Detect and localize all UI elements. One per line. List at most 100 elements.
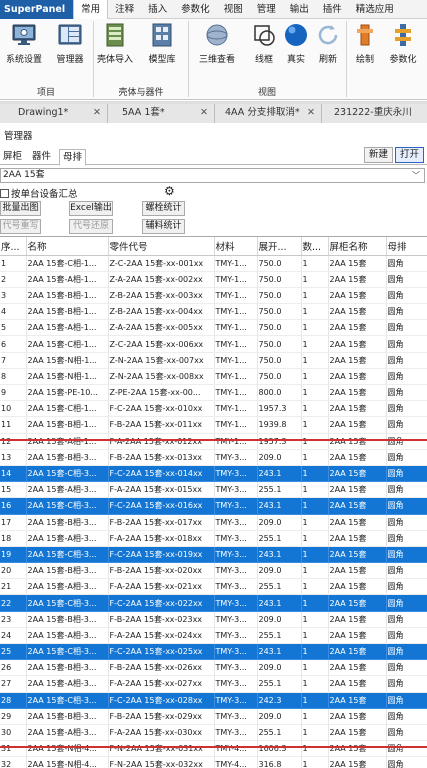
- table-row[interactable]: 6 2AA 15套-C相-1... Z-C-2AA 15套-xx-006xx TMY-…: [0, 335, 427, 353]
- table-row[interactable]: 13 2AA 15套-B相-3... F-B-2AA 15套-xx-013xx TMY…: [0, 449, 427, 466]
- table-row[interactable]: 10 2AA 15套-C相-1... F-C-2AA 15套-xx-010xx TMY…: [0, 400, 427, 418]
- table-row[interactable]: 3 2AA 15套-B相-1... Z-B-2AA 15套-xx-003xx TMY-…: [0, 287, 427, 305]
- table-cell: 255.1: [257, 675, 302, 693]
- table-row[interactable]: 1 2AA 15套-C相-1... Z-C-2AA 15套-xx-001xx TMY-…: [0, 255, 427, 272]
- column-header[interactable]: 名称: [26, 237, 109, 256]
- tab-plugins[interactable]: 插件: [316, 0, 349, 19]
- parametric-button[interactable]: 参数化: [380, 21, 426, 65]
- table-row[interactable]: 31 2AA 15套-N相-4... F-N-2AA 15套-xx-031xx TMY…: [0, 740, 427, 758]
- code-restore-button[interactable]: 代号还原: [69, 219, 113, 234]
- table-row[interactable]: 29 2AA 15套-B相-3... F-B-2AA 15套-xx-029xx TMY…: [0, 708, 427, 725]
- column-header[interactable]: 屏柜名称: [328, 237, 387, 256]
- aux-stats-button[interactable]: 辅料统计: [142, 219, 185, 234]
- table-cell: 2AA 15套-B相-3...: [26, 659, 109, 677]
- table-cell: 圆角: [386, 659, 427, 677]
- table-row[interactable]: 8 2AA 15套-N相-1... Z-N-2AA 15套-xx-008xx TMY-…: [0, 368, 427, 386]
- manager-button[interactable]: 管理器: [47, 21, 93, 65]
- table-row[interactable]: 15 2AA 15套-A相-3... F-A-2AA 15套-xx-015xx TMY…: [0, 481, 427, 499]
- table-cell: Z-A-2AA 15套-xx-005xx: [108, 319, 215, 337]
- table-cell: 2AA 15套: [328, 611, 387, 628]
- table-row[interactable]: 17 2AA 15套-B相-3... F-B-2AA 15套-xx-017xx TMY…: [0, 514, 427, 531]
- table-row[interactable]: 25 2AA 15套-C相-3... F-C-2AA 15套-xx-025xx TMY…: [0, 643, 427, 661]
- tab-featured-apps[interactable]: 精选应用: [349, 0, 401, 19]
- column-header[interactable]: 零件代号: [108, 237, 215, 256]
- batch-drawing-button[interactable]: 批量出图: [0, 201, 41, 216]
- new-button[interactable]: 新建: [364, 147, 394, 163]
- table-row[interactable]: 20 2AA 15套-B相-3... F-B-2AA 15套-xx-020xx TMY…: [0, 562, 427, 580]
- table-row[interactable]: 4 2AA 15套-B相-1... Z-B-2AA 15套-xx-004xx TMY-…: [0, 303, 427, 321]
- table-row[interactable]: 16 2AA 15套-C相-3... F-C-2AA 15套-xx-016xx TMY…: [0, 497, 427, 515]
- table-row[interactable]: 14 2AA 15套-C相-3... F-C-2AA 15套-xx-014xx TMY…: [0, 465, 427, 483]
- table-row[interactable]: 32 2AA 15套-N相-4... F-N-2AA 15套-xx-032xx TMY…: [0, 756, 427, 768]
- system-settings-button[interactable]: 系统设置: [1, 21, 47, 65]
- tab-insert[interactable]: 插入: [141, 0, 174, 19]
- table-cell: 圆角: [386, 546, 427, 564]
- shell-import-button[interactable]: 壳体导入: [92, 21, 138, 65]
- column-header[interactable]: 序...: [0, 237, 27, 256]
- doc-tab-4aa[interactable]: 4AA 分支排取消* ✕: [215, 104, 322, 123]
- table-cell: 圆角: [386, 400, 427, 418]
- model-library-button[interactable]: 模型库: [139, 21, 185, 65]
- table-cell: 30: [0, 724, 27, 742]
- column-header[interactable]: 数...: [301, 237, 329, 256]
- doc-tab-chongqing[interactable]: 231222-重庆永川: [322, 104, 427, 123]
- table-row[interactable]: 21 2AA 15套-A相-3... F-A-2AA 15套-xx-021xx TMY…: [0, 578, 427, 596]
- bolt-stats-button[interactable]: 螺栓统计: [142, 201, 185, 216]
- model-library-label: 模型库: [148, 55, 176, 65]
- table-cell: 2AA 15套: [328, 352, 387, 369]
- doc-tab-drawing1[interactable]: Drawing1* ✕: [0, 104, 108, 123]
- tab-output[interactable]: 输出: [283, 0, 316, 19]
- table-row[interactable]: 7 2AA 15套-N相-1... Z-N-2AA 15套-xx-007xx TMY-…: [0, 352, 427, 369]
- summarize-by-device-label: 按单台设备汇总: [11, 189, 78, 200]
- column-header[interactable]: 材料: [214, 237, 258, 256]
- view-3d-button[interactable]: 三维查看: [194, 21, 240, 65]
- gear-icon[interactable]: ⚙: [164, 184, 175, 198]
- tab-cabinet[interactable]: 屏柜: [0, 149, 25, 165]
- table-row[interactable]: 26 2AA 15套-B相-3... F-B-2AA 15套-xx-026xx TMY…: [0, 659, 427, 677]
- table-row[interactable]: 12 2AA 15套-A相-1... F-A-2AA 15套-xx-012xx TMY…: [0, 433, 427, 450]
- close-icon[interactable]: ✕: [200, 104, 208, 122]
- table-row[interactable]: 2 2AA 15套-A相-1... Z-A-2AA 15套-xx-002xx TMY-…: [0, 271, 427, 288]
- tab-view[interactable]: 视图: [217, 0, 250, 19]
- table-cell: 209.0: [257, 514, 302, 531]
- tab-superpanel[interactable]: SuperPanel: [0, 0, 74, 19]
- table-row[interactable]: 28 2AA 15套-C相-3... F-C-2AA 15套-xx-028xx TMY…: [0, 692, 427, 709]
- column-header[interactable]: 母排: [386, 237, 427, 256]
- tab-parametric[interactable]: 参数化: [174, 0, 217, 19]
- excel-export-button[interactable]: Excel输出: [69, 201, 113, 216]
- tab-common[interactable]: 常用: [73, 0, 109, 20]
- table-cell: TMY-3...: [214, 594, 258, 612]
- checkbox-box[interactable]: [0, 188, 9, 198]
- cabinet-selector[interactable]: 2AA 15套 ﹀: [0, 168, 425, 183]
- close-icon[interactable]: ✕: [307, 104, 315, 122]
- table-row[interactable]: 30 2AA 15套-A相-3... F-A-2AA 15套-xx-030xx TMY…: [0, 724, 427, 742]
- tab-manage[interactable]: 管理: [250, 0, 283, 19]
- code-rewrite-button[interactable]: 代号重写: [0, 219, 41, 234]
- ribbon-group-shell-parts: 壳体与器件: [118, 88, 164, 98]
- table-cell: TMY-3...: [214, 530, 258, 547]
- table-row[interactable]: 24 2AA 15套-A相-3... F-A-2AA 15套-xx-024xx TMY…: [0, 627, 427, 645]
- table-cell: 1: [301, 255, 329, 272]
- close-icon[interactable]: ✕: [93, 104, 101, 122]
- summarize-by-device-checkbox[interactable]: 按单台设备汇总: [0, 186, 78, 200]
- table-row[interactable]: 5 2AA 15套-A相-1... Z-A-2AA 15套-xx-005xx TMY-…: [0, 319, 427, 337]
- table-cell: 2AA 15套-A相-1...: [26, 319, 109, 337]
- doc-tab-5aa[interactable]: 5AA 1套* ✕: [108, 104, 215, 123]
- tab-annotate[interactable]: 注释: [108, 0, 141, 19]
- table-row[interactable]: 11 2AA 15套-B相-1... F-B-2AA 15套-xx-011xx TMY…: [0, 416, 427, 434]
- open-button[interactable]: 打开: [395, 147, 425, 163]
- table-cell: 21: [0, 578, 27, 596]
- tab-busbar[interactable]: 母排: [59, 149, 87, 166]
- table-cell: F-C-2AA 15套-xx-010xx: [108, 400, 215, 418]
- column-header[interactable]: 展开...: [257, 237, 302, 256]
- table-cell: 13: [0, 449, 27, 466]
- table-row[interactable]: 18 2AA 15套-A相-3... F-A-2AA 15套-xx-018xx TMY…: [0, 530, 427, 547]
- tab-device[interactable]: 器件: [29, 149, 54, 165]
- table-cell: 圆角: [386, 530, 427, 547]
- table-row[interactable]: 22 2AA 15套-C相-3... F-C-2AA 15套-xx-022xx TMY…: [0, 594, 427, 612]
- table-row[interactable]: 23 2AA 15套-B相-3... F-B-2AA 15套-xx-023xx TMY…: [0, 611, 427, 628]
- table-row[interactable]: 27 2AA 15套-A相-3... F-A-2AA 15套-xx-027xx TMY…: [0, 675, 427, 693]
- table-row[interactable]: 19 2AA 15套-C相-3... F-C-2AA 15套-xx-019xx TMY…: [0, 546, 427, 564]
- table-cell: 1: [301, 643, 329, 661]
- table-row[interactable]: 9 2AA 15套-PE-10... Z-PE-2AA 15套-xx-00... TM…: [0, 384, 427, 402]
